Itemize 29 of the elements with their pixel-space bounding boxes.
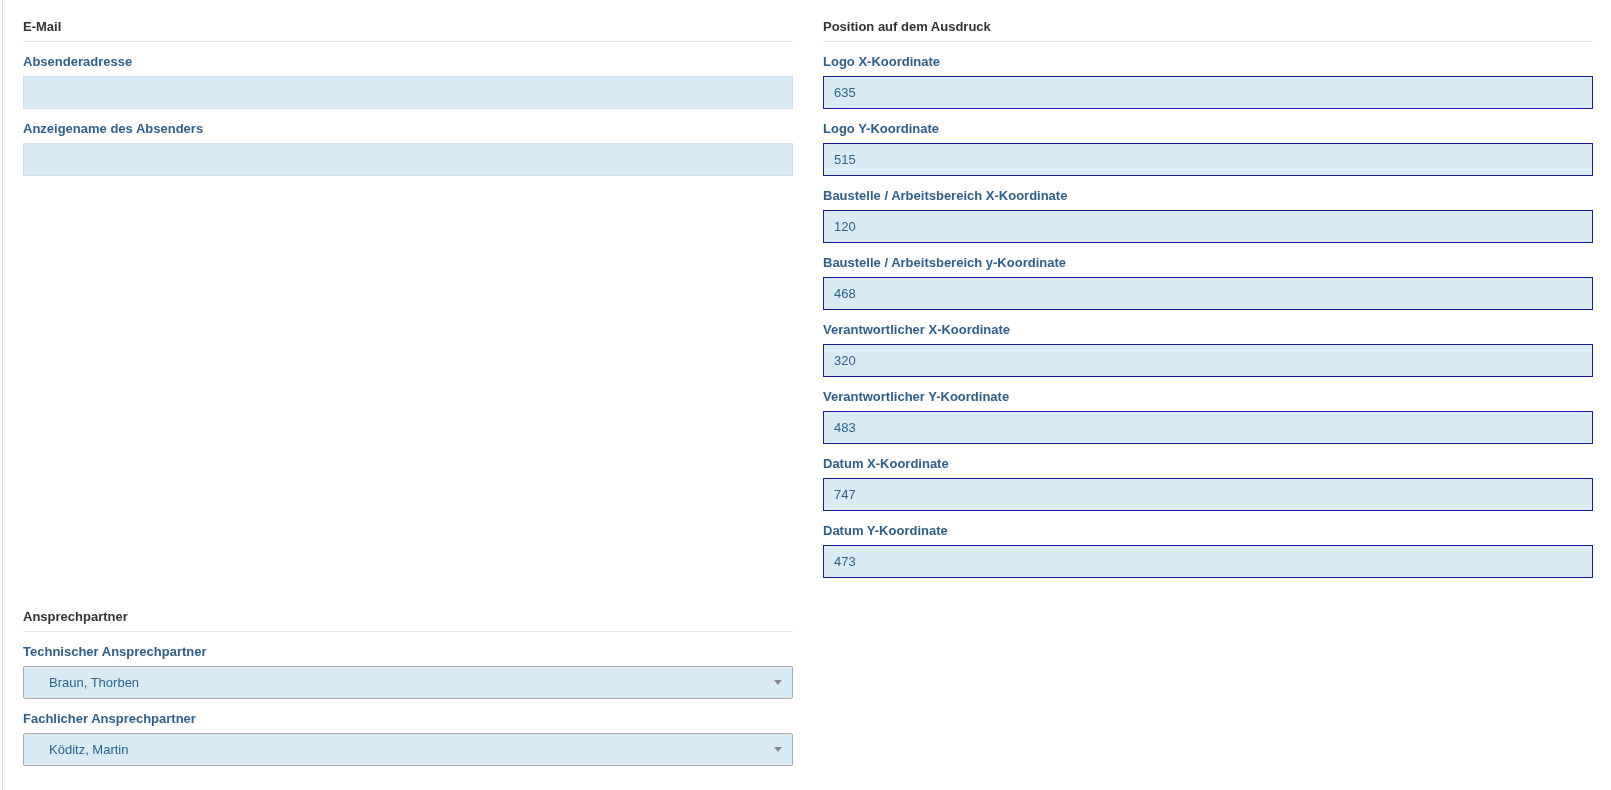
field-label: Logo Y-Koordinate [823,120,940,138]
field-label: Baustelle / Arbeitsbereich X-Koordinate [823,187,1068,205]
input-field[interactable]: 473 [823,545,1593,578]
field-label: Datum Y-Koordinate [823,522,948,540]
field-label: Fachlicher Ansprechpartner [23,710,196,728]
section-title: Position auf dem Ausdruck [823,19,991,34]
input-field[interactable]: 747 [823,478,1593,511]
field-label: Baustelle / Arbeitsbereich y-Koordinate [823,254,1066,272]
select-field[interactable]: Köditz, Martin [23,733,793,766]
field-label: Technischer Ansprechpartner [23,643,207,661]
input-field[interactable]: 468 [823,277,1593,310]
section-title: Ansprechpartner [23,609,128,624]
input-field[interactable] [23,76,793,109]
input-field[interactable]: 320 [823,344,1593,377]
input-field[interactable]: 483 [823,411,1593,444]
field-label: Anzeigename des Absenders [23,120,204,138]
caret-icon [774,747,782,752]
caret-icon [774,680,782,685]
field-label: Datum X-Koordinate [823,455,949,473]
input-field[interactable]: 120 [823,210,1593,243]
select-field[interactable]: Braun, Thorben [23,666,793,699]
input-field[interactable]: 515 [823,143,1593,176]
field-label: Verantwortlicher X-Koordinate [823,321,1011,339]
input-field[interactable] [23,143,793,176]
field-label: Verantwortlicher Y-Koordinate [823,388,1010,406]
field-label: Absenderadresse [23,53,133,71]
section-title: E-Mail [23,19,62,34]
field-label: Logo X-Koordinate [823,53,940,71]
input-field[interactable]: 635 [823,76,1593,109]
